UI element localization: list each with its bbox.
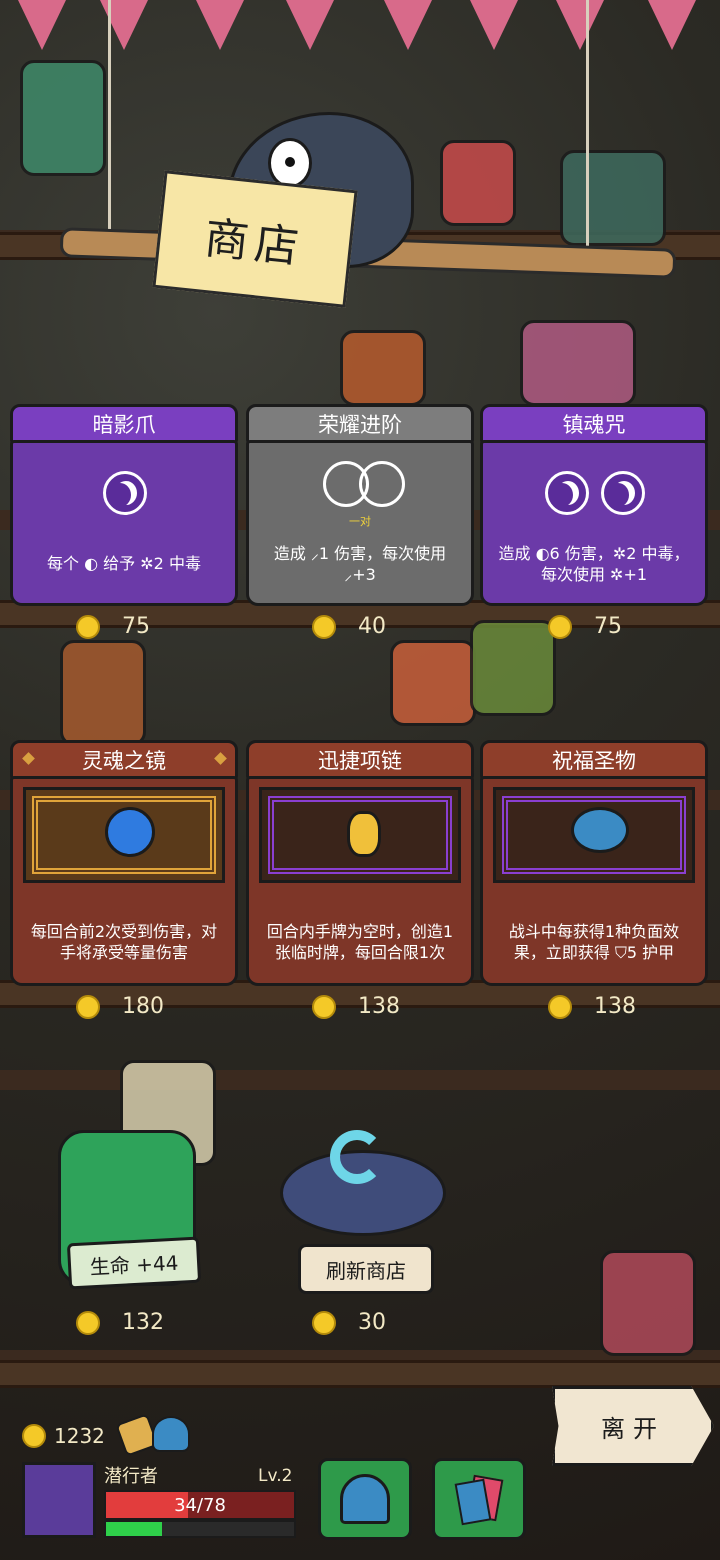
hp-text: 34/78 <box>174 1495 226 1516</box>
relic-blessed-relic[interactable]: 祝福圣物 战斗中每获得1种负面效果，立即获得 ⛉5 护甲 <box>480 740 708 988</box>
xp-fill <box>106 1522 163 1536</box>
relic-name: 灵魂之镜 <box>82 749 166 773</box>
card-shadow-claw[interactable]: 暗影爪 每个 ◐ 给予 ✲2 中毒 <box>10 404 238 608</box>
shop-title-sign: 商店 <box>152 170 358 308</box>
pair-label: 一对 <box>349 515 371 528</box>
coin-icon <box>548 614 572 639</box>
card-price: 75 <box>548 614 622 639</box>
potion-label-text: 生命 +44 <box>89 1250 179 1279</box>
relic-swift-necklace[interactable]: 迅捷项链 回合内手牌为空时，创造1张临时牌，每回合限1次 <box>246 740 474 988</box>
card-description: 造成 ⸝1 伤害，每次使用 ⸝+3 <box>273 544 447 584</box>
relic-description: 战斗中每获得1种负面效果，立即获得 ⛉5 护甲 <box>508 922 680 962</box>
player-level: Lv.2 <box>258 1466 293 1486</box>
relic-description: 回合内手牌为空时，创造1张临时牌，每回合限1次 <box>266 922 454 962</box>
price-value: 138 <box>358 994 400 1019</box>
moon-orb-icon <box>545 471 589 515</box>
price-value: 132 <box>122 1310 164 1335</box>
jar-decoration <box>560 150 666 246</box>
card-name: 镇魂咒 <box>562 413 626 437</box>
coin-icon <box>76 614 100 639</box>
shop-title: 商店 <box>202 212 307 275</box>
potion-label[interactable]: 生命 +44 <box>66 1236 202 1290</box>
coin-icon <box>22 1424 46 1448</box>
card-price: 40 <box>312 614 386 639</box>
card-glory-advance[interactable]: 荣耀进阶 一对 造成 ⸝1 伤害，每次使用 ⸝+3 <box>246 404 474 608</box>
card-description: 造成 ◐6 伤害，✲2 中毒，每次使用 ✲+1 <box>498 544 690 584</box>
price-value: 138 <box>594 994 636 1019</box>
jar-decoration <box>60 640 146 746</box>
coin-icon <box>312 1310 336 1335</box>
moon-orb-icon <box>103 471 147 515</box>
price-value: 75 <box>594 614 622 639</box>
moon-orb-icon <box>601 471 645 515</box>
relic-name: 迅捷项链 <box>318 749 402 773</box>
jar-decoration <box>390 640 476 726</box>
refresh-shop-button[interactable]: 刷新商店 <box>298 1244 434 1294</box>
mushroom-icon[interactable] <box>152 1416 190 1452</box>
player-name: 潜行者 <box>104 1466 158 1487</box>
card-name: 暗影爪 <box>92 413 156 437</box>
card-name: 荣耀进阶 <box>318 413 402 437</box>
jar-decoration <box>340 330 426 406</box>
soul-mirror-icon <box>105 807 155 857</box>
player-portrait[interactable] <box>22 1462 96 1538</box>
helmet-icon <box>340 1474 390 1524</box>
potion-price: 132 <box>76 1310 164 1335</box>
coin-icon <box>76 994 100 1019</box>
jar-decoration <box>600 1250 696 1356</box>
crow-eye <box>268 138 312 188</box>
swift-necklace-icon <box>347 811 381 857</box>
coin-icon <box>312 614 336 639</box>
gold-counter: 1232 <box>22 1424 105 1448</box>
hp-bar: 34/78 <box>104 1490 296 1520</box>
relic-price: 180 <box>76 994 164 1019</box>
relic-price: 138 <box>548 994 636 1019</box>
deck-button[interactable] <box>432 1458 526 1540</box>
jar-decoration <box>470 620 556 716</box>
card-description: 每个 ◐ 给予 ✲2 中毒 <box>47 554 201 573</box>
equipment-button[interactable] <box>318 1458 412 1540</box>
relic-price: 138 <box>312 994 400 1019</box>
refresh-label-text: 刷新商店 <box>326 1258 406 1283</box>
card-soul-curse[interactable]: 镇魂咒 造成 ◐6 伤害，✲2 中毒，每次使用 ✲+1 <box>480 404 708 608</box>
coin-icon <box>548 994 572 1019</box>
price-value: 180 <box>122 994 164 1019</box>
gem-decoration <box>440 140 516 226</box>
refresh-icon[interactable] <box>330 1130 384 1184</box>
rope <box>108 0 111 250</box>
leave-label: 离开 <box>601 1414 665 1443</box>
gold-value: 1232 <box>54 1424 105 1448</box>
jar-decoration <box>520 320 636 406</box>
price-value: 75 <box>122 614 150 639</box>
xp-bar <box>104 1520 296 1538</box>
price-value: 40 <box>358 614 386 639</box>
relic-description: 每回合前2次受到伤害，对手将承受等量伤害 <box>30 922 218 962</box>
coin-icon <box>76 1310 100 1335</box>
card-price: 75 <box>76 614 150 639</box>
refresh-price: 30 <box>312 1310 386 1335</box>
shelf <box>0 1360 720 1388</box>
blessed-relic-icon <box>571 807 629 853</box>
relic-soul-mirror[interactable]: 灵魂之镜 每回合前2次受到伤害，对手将承受等量伤害 <box>10 740 238 988</box>
leave-button[interactable]: 离开 <box>552 1386 714 1466</box>
relic-name: 祝福圣物 <box>552 749 636 773</box>
coin-icon <box>312 994 336 1019</box>
jar-decoration <box>20 60 106 176</box>
rope <box>586 0 589 260</box>
cards-icon <box>454 1474 504 1526</box>
empty-orb-icon <box>359 461 405 507</box>
price-value: 30 <box>358 1310 386 1335</box>
